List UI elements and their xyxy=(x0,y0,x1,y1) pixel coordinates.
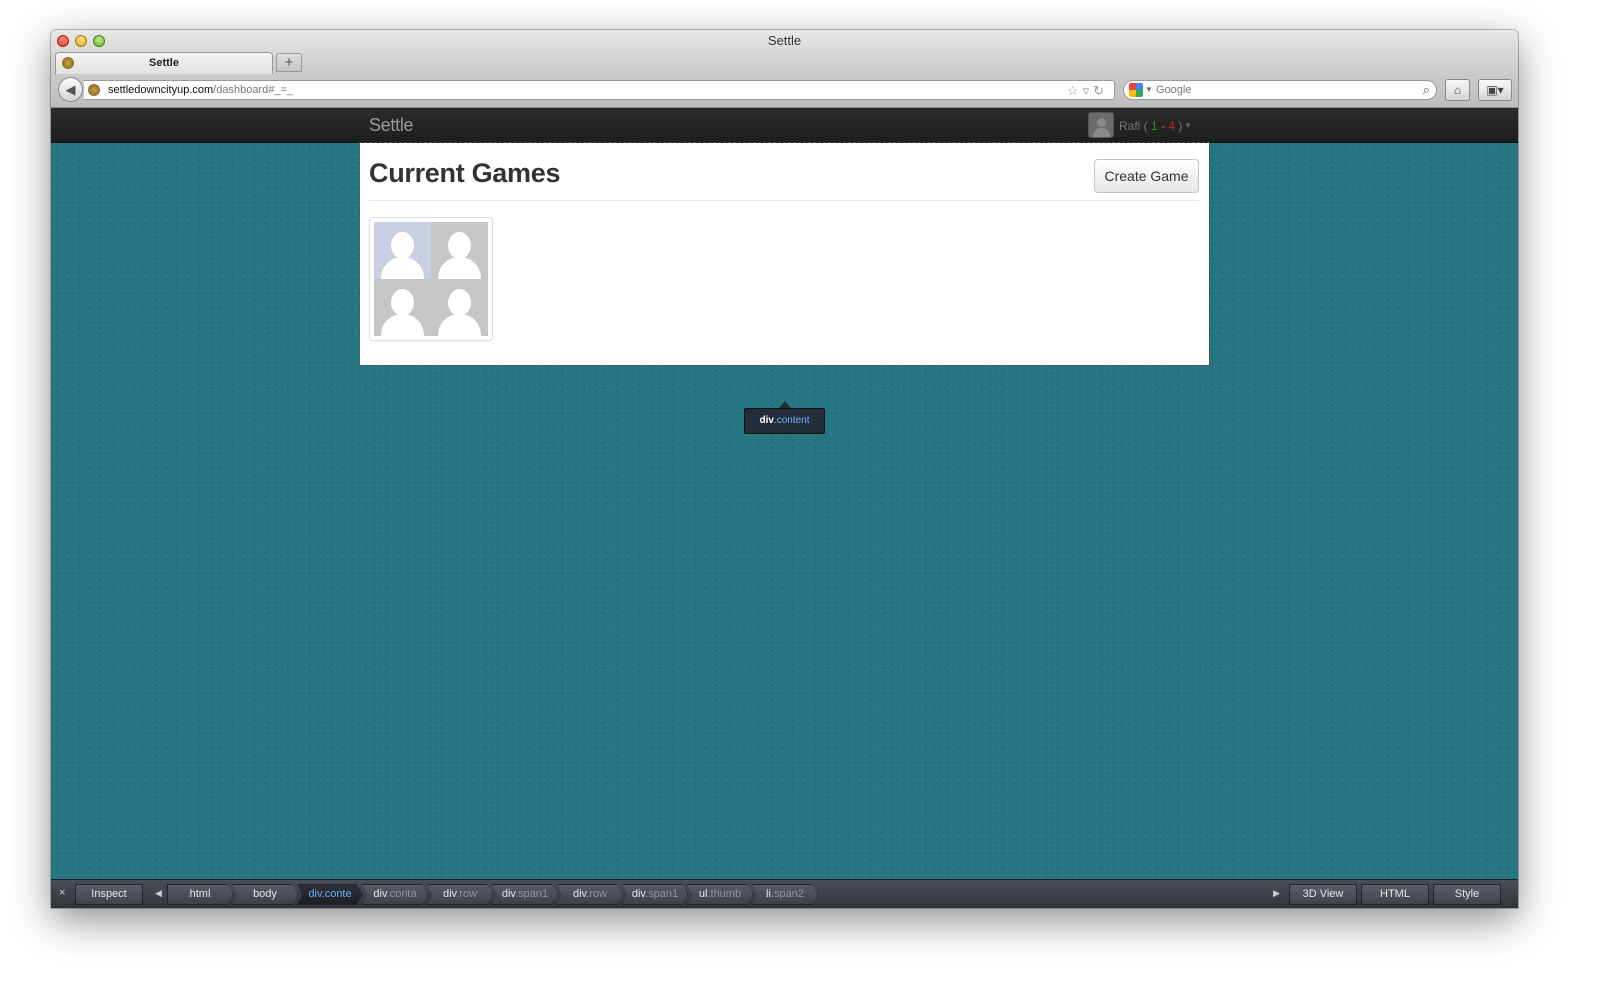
bookmarks-icon: ▣▾ xyxy=(1486,83,1504,97)
breadcrumb-item[interactable]: div.conta xyxy=(362,884,428,905)
header-divider xyxy=(369,200,1199,201)
search-placeholder: Google xyxy=(1156,84,1192,96)
game-thumbnail[interactable] xyxy=(369,217,493,341)
avatar-head xyxy=(391,289,414,316)
breadcrumb-item[interactable]: div.span1 xyxy=(492,884,558,905)
record-close: ) xyxy=(1175,119,1183,133)
breadcrumb-item[interactable]: li.span2 xyxy=(752,884,818,905)
crumb-class: .span1 xyxy=(645,888,679,900)
crumb-class: .conte xyxy=(321,888,352,900)
url-actions: ☆▿↻ xyxy=(1067,83,1108,99)
address-bar[interactable]: settledowncityup.com/dashboard#_=_ ☆▿↻ xyxy=(84,80,1115,100)
crumb-tag: div xyxy=(373,888,387,900)
inspector-toolbar: × Inspect ◀ html body div.conte div.cont… xyxy=(51,879,1518,908)
tooltip-tag: div xyxy=(759,415,774,426)
web-page: Settle Rafi ( 1 - 4 ) ▼ Current Games Cr… xyxy=(51,108,1518,879)
crumb-class: .row xyxy=(456,888,478,900)
tooltip-arrow xyxy=(779,401,791,408)
breadcrumb-scroll-left-icon[interactable]: ◀ xyxy=(155,888,162,899)
crumb-tag: div xyxy=(501,888,516,900)
avatar-head xyxy=(391,232,414,259)
breadcrumb-item[interactable]: div.span1 xyxy=(622,884,688,905)
home-button[interactable]: ⌂ xyxy=(1445,79,1470,101)
crumb-tag: body xyxy=(253,888,277,900)
user-menu[interactable]: Rafi ( 1 - 4 ) xyxy=(1119,119,1182,133)
search-engine-caret-icon[interactable]: ▼ xyxy=(1145,85,1153,94)
new-tab-button[interactable]: + xyxy=(276,53,302,72)
inspect-button[interactable]: Inspect xyxy=(75,884,143,905)
avatar-body xyxy=(438,257,481,279)
back-arrow-icon: ◀ xyxy=(65,82,76,97)
breadcrumb-item[interactable]: div.row xyxy=(557,884,623,905)
tooltip-class: .content xyxy=(773,415,810,426)
crumb-tag: div xyxy=(572,888,587,900)
google-search-engine-icon[interactable] xyxy=(1129,83,1143,97)
avatar-body xyxy=(1093,128,1110,137)
3d-view-button[interactable]: 3D View xyxy=(1289,884,1357,905)
user-name: Rafi xyxy=(1119,119,1141,133)
breadcrumb-item[interactable]: div.row xyxy=(427,884,493,905)
tab-settle[interactable]: Settle xyxy=(55,52,273,74)
browser-titlebar: Settle Settle + ◀ settledowncityup.com/d… xyxy=(51,30,1518,108)
avatar-head xyxy=(448,232,471,259)
back-button[interactable]: ◀ xyxy=(58,77,83,102)
magnifier-icon[interactable]: ⌕ xyxy=(1423,82,1430,98)
player-avatar-icon xyxy=(374,279,431,336)
breadcrumb-scroll-right-icon[interactable]: ▶ xyxy=(1273,888,1280,899)
crumb-class: .span1 xyxy=(515,888,549,900)
site-brand[interactable]: Settle xyxy=(369,115,414,136)
record-open: ( xyxy=(1140,119,1152,133)
avatar-head xyxy=(448,289,471,316)
browser-window: Settle Settle + ◀ settledowncityup.com/d… xyxy=(51,30,1518,908)
breadcrumb: html body div.conte div.conta div.row di… xyxy=(167,884,818,905)
history-dropdown-icon[interactable]: ▿ xyxy=(1083,83,1094,98)
url-path: /dashboard#_=_ xyxy=(213,84,293,96)
avatar-body xyxy=(381,314,424,336)
url-text[interactable]: settledowncityup.com/dashboard#_=_ xyxy=(108,84,293,96)
html-panel-button[interactable]: HTML xyxy=(1361,884,1429,905)
content-panel: Current Games Create Game xyxy=(359,142,1210,366)
wins-count: 1 xyxy=(1151,119,1158,133)
avatar-head xyxy=(1097,118,1106,127)
crumb-tag: div xyxy=(631,888,646,900)
inspector-tooltip: div.content xyxy=(744,408,825,434)
crumb-class: .row xyxy=(586,888,608,900)
breadcrumb-item-selected[interactable]: div.conte xyxy=(297,884,363,905)
crumb-tag: div xyxy=(308,888,322,900)
crumb-tag: html xyxy=(189,888,211,900)
site-favicon-icon xyxy=(88,84,100,96)
crumb-class: .thumb xyxy=(707,888,742,900)
reload-icon[interactable]: ↻ xyxy=(1093,83,1108,98)
record-separator: - xyxy=(1157,119,1169,133)
user-avatar[interactable] xyxy=(1088,112,1114,138)
avatar-body xyxy=(381,257,424,279)
window-title: Settle xyxy=(767,33,802,48)
home-icon: ⌂ xyxy=(1453,83,1462,97)
close-inspector-button[interactable]: × xyxy=(59,887,65,899)
breadcrumb-item[interactable]: ul.thumb xyxy=(687,884,753,905)
crumb-tag: div xyxy=(442,888,457,900)
search-input[interactable]: ▼ Google ⌕ xyxy=(1123,80,1437,100)
page-title: Current Games xyxy=(369,158,561,188)
crumb-class: .conta xyxy=(386,888,417,900)
style-panel-button[interactable]: Style xyxy=(1433,884,1501,905)
create-game-button[interactable]: Create Game xyxy=(1094,159,1199,193)
crumb-class: .span2 xyxy=(770,888,804,900)
bookmarks-button[interactable]: ▣▾ xyxy=(1478,79,1512,101)
breadcrumb-item[interactable]: html xyxy=(167,884,233,905)
user-menu-caret-icon[interactable]: ▼ xyxy=(1184,121,1192,130)
breadcrumb-item[interactable]: body xyxy=(232,884,298,905)
player-avatar-icon xyxy=(431,222,488,279)
player-avatar-icon xyxy=(431,279,488,336)
site-navbar: Settle Rafi ( 1 - 4 ) ▼ xyxy=(51,108,1518,143)
avatar-body xyxy=(438,314,481,336)
player-avatar-female-icon xyxy=(374,222,431,279)
bookmark-star-icon[interactable]: ☆ xyxy=(1067,83,1083,98)
tab-label: Settle xyxy=(149,57,179,69)
url-host: settledowncityup.com xyxy=(108,84,214,96)
